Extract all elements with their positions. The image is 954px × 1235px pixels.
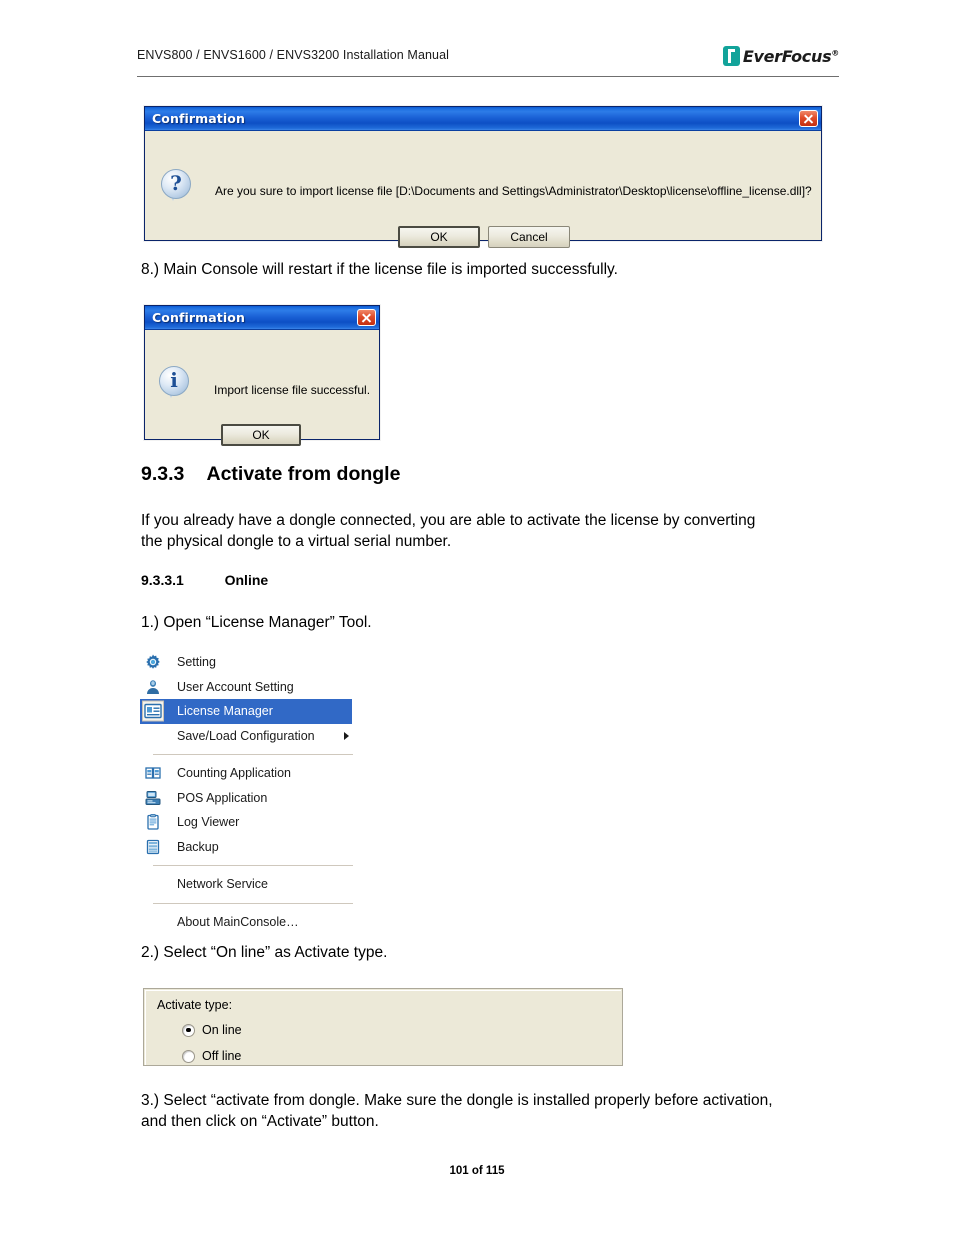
menu-item-label: Backup xyxy=(177,839,219,854)
section-paragraph: If you already have a dongle connected, … xyxy=(141,512,756,550)
close-icon[interactable] xyxy=(799,110,818,127)
manual-title: ENVS800 / ENVS1600 / ENVS3200 Installati… xyxy=(137,48,450,62)
registered-mark: ® xyxy=(831,48,839,58)
page-number: 101 of 115 xyxy=(449,1165,505,1177)
gear-icon xyxy=(145,654,162,670)
everfocus-logo-mark-icon xyxy=(722,46,740,66)
user-icon xyxy=(145,679,162,695)
menu-separator xyxy=(153,902,353,904)
step-2-text: 2.) Select “On line” as Activate type. xyxy=(141,944,388,961)
section-title: Activate from dongle xyxy=(206,463,401,485)
mainconsole-context-menu: Setting User Account Setting License Man… xyxy=(140,650,357,934)
license-card-icon xyxy=(142,700,164,722)
info-bubble-icon: i xyxy=(159,366,191,398)
dialog-message: Import license file successful. xyxy=(214,383,371,397)
header-divider xyxy=(137,76,839,77)
question-glyph: ? xyxy=(170,171,182,195)
menu-item-label: Counting Application xyxy=(177,766,291,781)
menu-item-license-manager[interactable]: License Manager xyxy=(140,699,352,724)
dialog-title: Confirmation xyxy=(152,111,245,126)
close-icon[interactable] xyxy=(357,309,376,326)
radio-label: On line xyxy=(202,1023,242,1037)
menu-item-label: POS Application xyxy=(177,790,268,805)
radio-indicator[interactable] xyxy=(182,1049,195,1063)
dialog-message: Are you sure to import license file [D:\… xyxy=(215,184,812,198)
menu-item-label: Log Viewer xyxy=(177,815,240,830)
menu-item-pos-application[interactable]: POS Application xyxy=(140,786,357,811)
import-success-dialog: Confirmation i Import license file succe… xyxy=(144,305,380,446)
radio-on-line[interactable]: On line xyxy=(182,1023,242,1037)
menu-separator xyxy=(153,754,353,755)
everfocus-logo-text: EverFocus® xyxy=(742,46,839,66)
step-3-text: 3.) Select “activate from dongle. Make s… xyxy=(141,1092,773,1130)
clipboard-icon xyxy=(145,814,162,830)
ok-button[interactable]: OK xyxy=(398,226,480,248)
subsection-number: 9.3.3.1 xyxy=(141,572,184,588)
menu-item-backup[interactable]: Backup xyxy=(140,835,357,860)
menu-item-label: Network Service xyxy=(177,877,268,892)
dialog-body: ? Are you sure to import license file [D… xyxy=(145,131,821,248)
info-glyph: i xyxy=(170,368,178,392)
radio-indicator[interactable] xyxy=(182,1023,195,1037)
menu-item-save-load-configuration[interactable]: Save/Load Configuration xyxy=(140,724,357,749)
dialog-title: Confirmation xyxy=(152,310,245,325)
menu-item-network-service[interactable]: Network Service xyxy=(140,872,357,897)
menu-item-label: License Manager xyxy=(177,704,273,719)
chevron-right-icon xyxy=(344,731,349,740)
subsection-title: Online xyxy=(224,572,269,588)
pos-icon xyxy=(145,790,162,806)
menu-item-user-account-setting[interactable]: User Account Setting xyxy=(140,675,357,700)
everfocus-logo: EverFocus® xyxy=(722,44,839,68)
step-8-text: 8.) Main Console will restart if the lic… xyxy=(141,261,618,278)
menu-item-label: Setting xyxy=(177,655,216,670)
dialog-titlebar: Confirmation xyxy=(145,306,379,330)
confirmation-import-dialog: Confirmation ? Are you sure to import li… xyxy=(144,106,822,248)
menu-item-setting[interactable]: Setting xyxy=(140,650,357,675)
subsection-heading: 9.3.3.1 Online xyxy=(141,572,268,588)
menu-item-log-viewer[interactable]: Log Viewer xyxy=(140,810,357,835)
page-header: ENVS800 / ENVS1600 / ENVS3200 Installati… xyxy=(137,44,839,76)
menu-item-about-mainconsole[interactable]: About MainConsole… xyxy=(140,910,357,935)
backup-icon xyxy=(145,839,162,855)
cancel-button[interactable]: Cancel xyxy=(488,226,570,248)
dialog-titlebar: Confirmation xyxy=(145,107,821,131)
activate-type-label: Activate type: xyxy=(157,998,233,1012)
menu-separator xyxy=(153,865,353,866)
activate-type-panel: Activate type: On line Off line xyxy=(143,988,623,1066)
dialog-body: i Import license file successful. OK xyxy=(145,330,379,446)
counting-icon xyxy=(145,765,162,781)
menu-item-label: Save/Load Configuration xyxy=(177,728,315,743)
menu-item-label: About MainConsole… xyxy=(177,914,299,929)
section-heading: 9.3.3 Activate from dongle xyxy=(141,463,400,486)
radio-off-line[interactable]: Off line xyxy=(182,1049,241,1063)
section-number: 9.3.3 xyxy=(141,463,185,485)
question-bubble-icon: ? xyxy=(161,169,193,201)
ok-button[interactable]: OK xyxy=(221,424,301,446)
menu-item-counting-application[interactable]: Counting Application xyxy=(140,761,357,786)
radio-label: Off line xyxy=(202,1049,242,1063)
menu-item-label: User Account Setting xyxy=(177,679,294,694)
step-1-text: 1.) Open “License Manager” Tool. xyxy=(141,614,372,631)
